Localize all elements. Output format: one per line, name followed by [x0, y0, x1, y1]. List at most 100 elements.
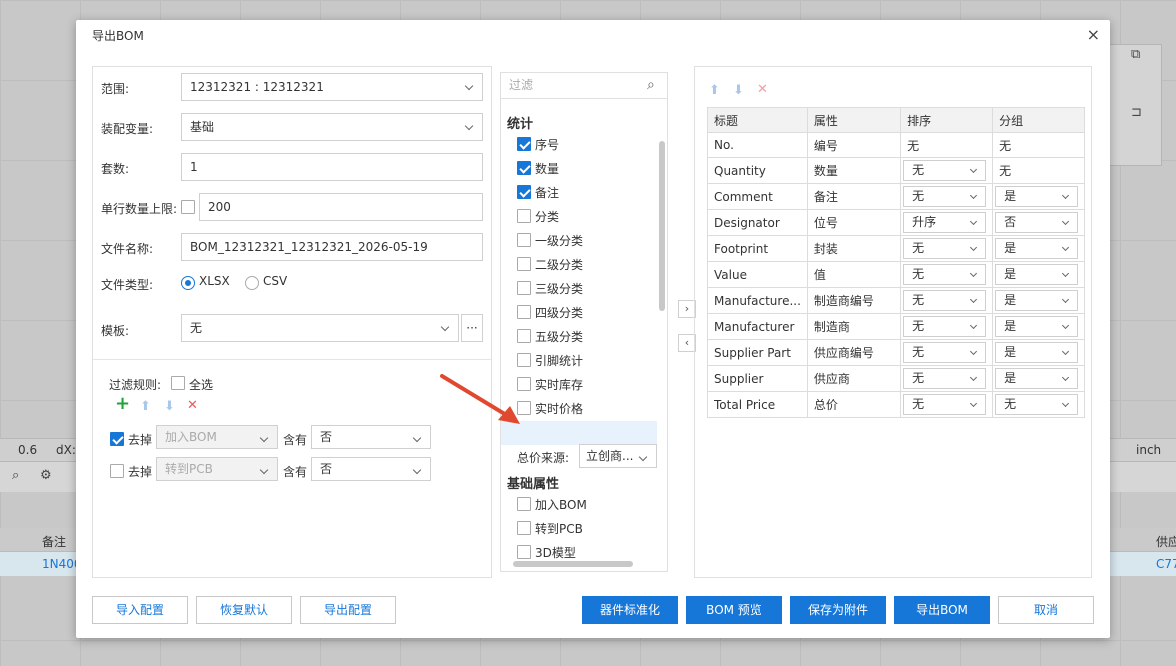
field-checkbox[interactable] — [517, 257, 531, 271]
filetype-csv-radio[interactable] — [245, 276, 259, 290]
search-icon[interactable]: ⌕ — [12, 468, 19, 483]
list-item[interactable]: 转到PCB — [513, 517, 653, 539]
table-row[interactable]: Supplier 供应商无是 — [707, 365, 1085, 392]
move-down-icon[interactable]: ⬇ — [164, 400, 175, 414]
list-item[interactable]: 四级分类 — [513, 301, 653, 323]
variant-select[interactable]: 基础 — [181, 113, 483, 141]
net-port-icon[interactable]: ⊐ — [1131, 105, 1142, 120]
delete-rule-icon[interactable]: ✕ — [187, 399, 198, 413]
field-checkbox[interactable] — [517, 233, 531, 247]
list-item[interactable]: 二级分类 — [513, 253, 653, 275]
table-row[interactable]: Manufacture... 制造商编号无是 — [707, 287, 1085, 314]
sort-select[interactable]: 无 — [903, 238, 987, 259]
sort-select[interactable]: 无 — [903, 394, 987, 415]
list-item[interactable]: 五级分类 — [513, 325, 653, 347]
import-config-button[interactable]: 导入配置 — [92, 596, 188, 624]
table-row[interactable]: Manufacturer 制造商无是 — [707, 313, 1085, 340]
group-select[interactable]: 是 — [995, 368, 1078, 389]
export-bom-button[interactable]: 导出BOM — [894, 596, 990, 624]
template-select[interactable]: 无 — [181, 314, 459, 342]
list-item[interactable]: 实时价格 — [513, 397, 653, 419]
filetype-csv-label[interactable]: CSV — [263, 274, 287, 288]
rule-2-checkbox[interactable] — [110, 464, 124, 478]
group-select[interactable]: 无 — [995, 394, 1078, 415]
gear-icon[interactable]: ⚙ — [40, 468, 52, 483]
table-row[interactable]: Value 值无是 — [707, 261, 1085, 288]
sort-select[interactable]: 无 — [903, 368, 987, 389]
list-item[interactable]: 3D模型 — [513, 541, 653, 563]
table-row[interactable]: Supplier Part 供应商编号无是 — [707, 339, 1085, 366]
table-row[interactable]: Designator 位号 升序否 — [707, 209, 1085, 236]
list-item[interactable]: 备注 — [513, 181, 653, 203]
sort-select[interactable]: 升序 — [903, 212, 987, 233]
sets-input[interactable]: 1 — [181, 153, 483, 181]
group-select[interactable]: 否 — [995, 212, 1078, 233]
filetype-xlsx-label[interactable]: XLSX — [199, 274, 230, 288]
field-checkbox[interactable] — [517, 545, 531, 559]
group-select[interactable]: 是 — [995, 316, 1078, 337]
restore-default-button[interactable]: 恢复默认 — [196, 596, 292, 624]
group-select[interactable]: 是 — [995, 290, 1078, 311]
table-row[interactable]: Comment 备注无是 — [707, 183, 1085, 210]
sort-select[interactable]: 无 — [903, 186, 987, 207]
range-select[interactable]: 12312321 : 12312321 — [181, 73, 483, 101]
group-select[interactable]: 是 — [995, 186, 1078, 207]
restore-icon[interactable]: ⧉ — [1131, 47, 1140, 62]
cancel-button[interactable]: 取消 — [998, 596, 1094, 624]
field-checkbox[interactable] — [517, 521, 531, 535]
sort-select[interactable]: 无 — [903, 316, 987, 337]
field-checkbox[interactable] — [517, 497, 531, 511]
field-checkbox[interactable] — [517, 305, 531, 319]
vertical-scrollbar[interactable] — [659, 141, 665, 311]
rule-1-checkbox[interactable] — [110, 432, 124, 446]
table-row[interactable]: Total Price 总价无无 — [707, 391, 1085, 418]
table-row[interactable]: Footprint 封装无是 — [707, 235, 1085, 262]
horizontal-scrollbar[interactable] — [513, 561, 633, 567]
select-all-label[interactable]: 全选 — [189, 376, 213, 393]
row-limit-checkbox[interactable] — [181, 200, 195, 214]
field-checkbox[interactable] — [517, 209, 531, 223]
table-row[interactable]: Quantity 数量无无 — [707, 157, 1085, 184]
sort-select[interactable]: 无 — [903, 342, 987, 363]
rule-1-value-select[interactable]: 否 — [311, 425, 431, 449]
group-select[interactable]: 是 — [995, 238, 1078, 259]
field-checkbox[interactable] — [517, 185, 531, 199]
add-rule-icon[interactable]: + — [115, 395, 130, 413]
list-item[interactable]: 数量 — [513, 157, 653, 179]
field-filter-input[interactable]: 过滤 — [501, 73, 667, 99]
list-item[interactable]: 分类 — [513, 205, 653, 227]
list-item[interactable]: 引脚统计 — [513, 349, 653, 371]
move-up-icon[interactable]: ⬆ — [140, 400, 151, 414]
template-more-button[interactable]: ··· — [461, 314, 483, 342]
select-all-checkbox[interactable] — [171, 376, 185, 390]
standardize-button[interactable]: 器件标准化 — [582, 596, 678, 624]
rule-2-field-select[interactable]: 转到PCB — [156, 457, 278, 481]
rule-1-field-select[interactable]: 加入BOM — [156, 425, 278, 449]
row-limit-input[interactable]: 200 — [199, 193, 483, 221]
column-delete-icon[interactable]: ✕ — [757, 83, 768, 97]
column-up-icon[interactable]: ⬆ — [709, 84, 720, 98]
price-source-select[interactable]: 立创商... — [579, 444, 657, 468]
export-config-button[interactable]: 导出配置 — [300, 596, 396, 624]
group-select[interactable]: 是 — [995, 342, 1078, 363]
unit-select[interactable]: inch — [1136, 443, 1161, 457]
filetype-xlsx-radio[interactable] — [181, 276, 195, 290]
close-icon[interactable]: × — [1087, 25, 1100, 44]
rule-2-value-select[interactable]: 否 — [311, 457, 431, 481]
sort-select[interactable]: 无 — [903, 290, 987, 311]
column-down-icon[interactable]: ⬇ — [733, 84, 744, 98]
list-item[interactable]: 一级分类 — [513, 229, 653, 251]
list-item[interactable]: 加入BOM — [513, 493, 653, 515]
sort-select[interactable]: 无 — [903, 160, 987, 181]
field-checkbox[interactable] — [517, 161, 531, 175]
list-item[interactable]: 三级分类 — [513, 277, 653, 299]
list-item[interactable]: 实时库存 — [513, 373, 653, 395]
table-row[interactable]: No. 编号无无 — [707, 132, 1085, 158]
field-checkbox[interactable] — [517, 281, 531, 295]
field-checkbox[interactable] — [517, 137, 531, 151]
field-checkbox[interactable] — [517, 329, 531, 343]
save-attachment-button[interactable]: 保存为附件 — [790, 596, 886, 624]
filename-input[interactable]: BOM_12312321_12312321_2026-05-19 — [181, 233, 483, 261]
field-checkbox[interactable] — [517, 353, 531, 367]
group-select[interactable]: 是 — [995, 264, 1078, 285]
